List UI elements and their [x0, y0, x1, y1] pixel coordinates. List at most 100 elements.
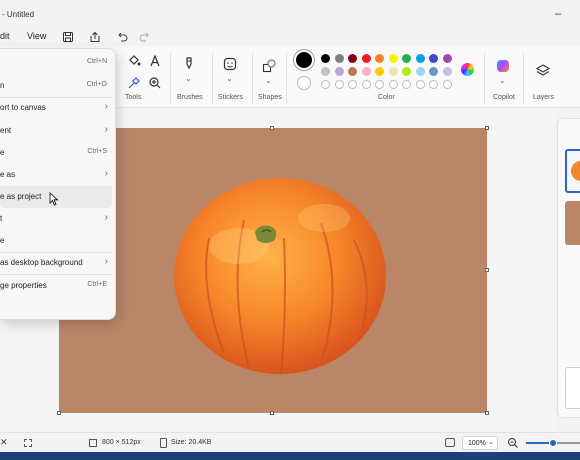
edit-colors-icon[interactable] [461, 63, 474, 76]
custom-color-slot[interactable] [442, 80, 452, 89]
color-swatch[interactable] [388, 54, 398, 63]
resize-handle[interactable] [485, 268, 489, 272]
fit-to-window-icon[interactable] [445, 438, 455, 447]
redo-icon[interactable] [138, 30, 152, 44]
file-size: Size: 20.4KB [171, 439, 212, 446]
chevron-down-icon: ⌄ [488, 439, 494, 446]
shapes-icon[interactable] [261, 58, 277, 74]
color-swatch[interactable] [388, 67, 398, 76]
custom-color-slot[interactable] [348, 80, 357, 89]
paint-window: - Untitled – dit View Tools ⌄ Brushes ⌄ … [0, 0, 580, 452]
text-icon[interactable] [147, 53, 163, 69]
ribbon-separator [484, 52, 485, 104]
chevron-right-icon: › [104, 124, 108, 135]
canvas-image[interactable] [59, 128, 487, 413]
custom-color-slot[interactable] [334, 80, 344, 89]
custom-color-slot[interactable] [375, 80, 384, 89]
file-menu-item[interactable]: ent › [0, 120, 116, 142]
file-menu-item-label: as desktop background [0, 258, 83, 267]
layers-icon[interactable] [535, 63, 551, 79]
color-picker-icon[interactable] [126, 75, 142, 91]
file-menu-item[interactable]: Ctrl+N [0, 52, 116, 74]
file-menu-item[interactable]: n Ctrl+O [0, 75, 116, 97]
secondary-color-swatch[interactable] [297, 76, 311, 90]
color-swatch[interactable] [402, 67, 411, 76]
color-swatch[interactable] [334, 67, 344, 76]
sticker-icon[interactable] [222, 56, 238, 72]
save-icon[interactable] [61, 30, 75, 44]
menu-view[interactable]: View [27, 31, 46, 41]
color-swatch[interactable] [348, 54, 357, 63]
layer-thumbnail[interactable] [565, 201, 580, 245]
file-menu-item-label: t [0, 214, 3, 223]
file-menu-item-label: e as project [0, 192, 42, 201]
layer-thumbnail[interactable] [565, 367, 580, 409]
color-swatch[interactable] [375, 67, 384, 76]
zoom-select[interactable]: 100% ⌄ [462, 436, 498, 450]
chevron-down-icon[interactable]: ⌄ [226, 74, 233, 83]
zoom-value: 100% [468, 440, 486, 447]
chevron-right-icon: › [104, 256, 108, 267]
shortcut-label: Ctrl+E [87, 281, 107, 288]
color-swatch[interactable] [442, 67, 452, 76]
custom-color-slot[interactable] [361, 80, 371, 89]
custom-color-slot[interactable] [429, 80, 438, 89]
color-swatch[interactable] [361, 67, 371, 76]
color-swatch[interactable] [415, 54, 425, 63]
zoom-out-icon[interactable] [507, 437, 519, 449]
brush-icon[interactable] [181, 56, 197, 72]
custom-color-slot[interactable] [321, 80, 330, 89]
primary-color-swatch[interactable] [296, 52, 312, 68]
zoom-slider-track[interactable] [526, 439, 580, 447]
resize-handle[interactable] [57, 411, 61, 415]
cursor-position-icon: ✕ [0, 437, 8, 447]
color-group-label: Color [378, 94, 395, 101]
menu-edit[interactable]: dit [0, 31, 10, 41]
chevron-right-icon: › [104, 212, 108, 223]
color-swatch[interactable] [442, 54, 452, 63]
copilot-group-label: Copilot [493, 94, 515, 101]
zoom-slider-thumb[interactable] [549, 439, 557, 447]
ribbon-separator [286, 52, 287, 104]
chevron-down-icon[interactable]: ⌄ [185, 74, 192, 83]
file-menu-item[interactable]: e as › [0, 164, 116, 186]
selection-size-icon [24, 439, 32, 447]
canvas-size-icon [89, 439, 97, 447]
color-swatch[interactable] [429, 67, 438, 76]
file-menu-item[interactable]: ge properties Ctrl+E [0, 275, 116, 297]
copilot-icon[interactable] [497, 60, 509, 72]
file-menu-item[interactable]: e [0, 230, 116, 252]
color-swatch[interactable] [334, 54, 344, 63]
resize-handle[interactable] [270, 411, 274, 415]
color-swatch[interactable] [375, 54, 384, 63]
chevron-down-icon[interactable]: ⌄ [265, 76, 272, 85]
minimize-icon[interactable]: – [551, 8, 565, 20]
custom-color-slot[interactable] [415, 80, 425, 89]
color-swatch[interactable] [415, 67, 425, 76]
file-menu-item[interactable]: ort to canvas › [0, 97, 116, 119]
window-title: - Untitled [2, 10, 35, 19]
magnifier-icon[interactable] [147, 75, 163, 91]
custom-color-slot[interactable] [402, 80, 411, 89]
fill-icon[interactable] [126, 53, 142, 69]
color-swatch[interactable] [321, 54, 330, 63]
color-swatch[interactable] [429, 54, 438, 63]
undo-icon[interactable] [115, 30, 129, 44]
canvas-dimensions: 800 × 512px [102, 439, 141, 446]
mouse-cursor-icon [49, 192, 59, 206]
color-swatch[interactable] [348, 67, 357, 76]
color-swatch[interactable] [402, 54, 411, 63]
resize-handle[interactable] [270, 126, 274, 130]
custom-color-slot[interactable] [388, 80, 398, 89]
file-menu-item[interactable]: as desktop background › [0, 252, 116, 274]
file-menu-item[interactable]: e Ctrl+S [0, 142, 116, 164]
file-menu-item[interactable]: t › [0, 208, 116, 230]
resize-handle[interactable] [485, 411, 489, 415]
color-swatch[interactable] [321, 67, 330, 76]
chevron-down-icon[interactable]: ⌄ [499, 76, 506, 85]
layer-thumbnail-selected[interactable] [565, 149, 580, 193]
share-icon[interactable] [88, 30, 102, 44]
color-swatch[interactable] [361, 54, 371, 63]
resize-handle[interactable] [485, 126, 489, 130]
file-menu-item-label: e [0, 148, 5, 157]
